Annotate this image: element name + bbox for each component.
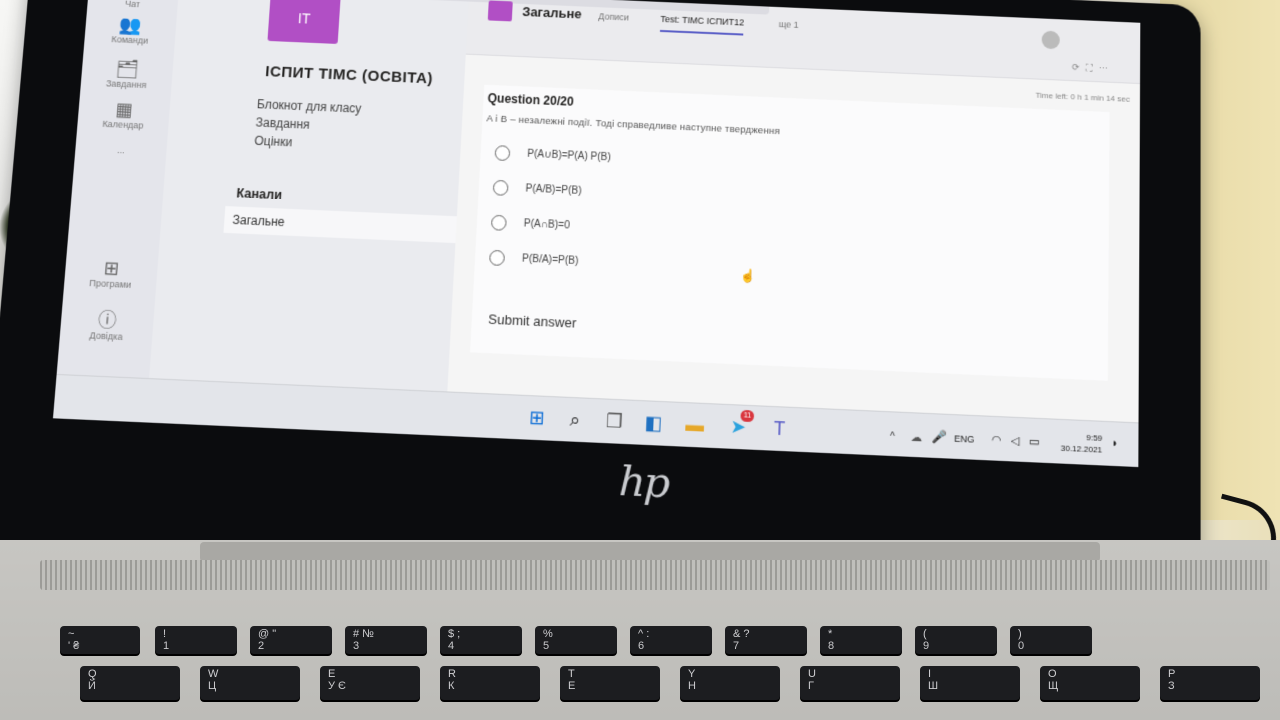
time-left: Time left: 0 h 1 min 14 sec xyxy=(1035,90,1130,104)
toolbar-icons[interactable]: ⟳ ⛶ ⋯ xyxy=(1072,62,1110,75)
team-pane: ІТ ІСПИТ ТІМС (ОСВІТА) ··· Блокнот для к… xyxy=(145,0,549,436)
widgets-icon[interactable]: ◧ xyxy=(640,410,668,437)
key[interactable]: QЙ xyxy=(80,666,180,700)
chevron-up-icon[interactable]: ^ xyxy=(890,431,895,443)
channel-label: Загальне xyxy=(232,212,286,230)
radio-button[interactable] xyxy=(490,214,507,231)
key[interactable]: ( 9 xyxy=(915,626,997,654)
rail-chat[interactable]: ▭ Чат xyxy=(97,0,169,10)
nav-assignments[interactable]: Завдання xyxy=(255,115,310,132)
search-icon[interactable]: ⌕ xyxy=(561,406,589,433)
rail-help[interactable]: ⓘ Довідка xyxy=(70,308,144,343)
key[interactable]: IШ xyxy=(920,666,1020,700)
telegram-icon[interactable]: ➤ 11 xyxy=(724,409,755,440)
teams-icon[interactable]: T xyxy=(766,415,794,442)
key[interactable]: % 5 xyxy=(535,626,617,654)
apps-icon: ⊞ xyxy=(102,257,120,280)
key[interactable]: $ ; 4 xyxy=(440,626,522,654)
key[interactable]: ! 1 xyxy=(155,626,237,654)
avatar[interactable] xyxy=(1041,30,1060,50)
speaker-grille xyxy=(40,560,1270,590)
key[interactable]: PЗ xyxy=(1160,666,1260,700)
key[interactable]: EУ Є xyxy=(320,666,420,700)
task-view-icon[interactable]: ❐ xyxy=(600,408,628,435)
key[interactable]: UГ xyxy=(800,666,900,700)
notification-badge: 11 xyxy=(740,409,755,423)
start-icon[interactable]: ⊞ xyxy=(523,404,551,431)
screen: ▭ Чат 👥 Команди 🗂 Завдання ▦ Календар ..… xyxy=(52,0,1141,468)
tab-test[interactable]: Test: ТІМС ІСПИТ12 xyxy=(659,13,745,36)
key[interactable]: TЕ xyxy=(560,666,660,700)
tab-posts[interactable]: Дописи xyxy=(598,11,629,22)
microphone-icon[interactable]: 🎤 xyxy=(931,429,947,445)
help-icon: ⓘ xyxy=(97,309,118,332)
calendar-icon: ▦ xyxy=(114,98,134,120)
rail-more[interactable]: ... xyxy=(85,143,157,156)
radio-button[interactable] xyxy=(488,249,506,267)
key[interactable]: ) 0 xyxy=(1010,626,1092,654)
key[interactable]: @ " 2 xyxy=(250,626,332,654)
laptop-display: ▭ Чат 👥 Команди 🗂 Завдання ▦ Календар ..… xyxy=(0,0,1201,611)
key[interactable]: ^ :6 xyxy=(630,626,712,654)
teams-icon: 👥 xyxy=(118,14,143,36)
system-tray-icons[interactable]: ◠ ◁ ▭ xyxy=(991,433,1042,449)
channel-icon xyxy=(487,0,513,22)
language-indicator[interactable]: ENG xyxy=(954,433,974,445)
clock-date: 30.12.2021 xyxy=(1060,443,1103,455)
nav-class-notebook[interactable]: Блокнот для класу xyxy=(256,97,361,116)
key[interactable]: WЦ xyxy=(200,666,300,700)
key[interactable]: RК xyxy=(440,666,540,700)
tab-more[interactable]: ще 1 xyxy=(779,19,799,30)
rail-assignments[interactable]: 🗂 Завдання xyxy=(91,57,164,90)
channel-title: Загальне xyxy=(521,3,583,22)
file-explorer-icon[interactable]: ▬ xyxy=(681,411,709,438)
mouse-cursor-icon: ☝ xyxy=(739,268,756,284)
rail-calendar[interactable]: ▦ Календар xyxy=(87,98,160,132)
hinge xyxy=(200,542,1100,562)
radio-button[interactable] xyxy=(492,179,509,196)
radio-button[interactable] xyxy=(494,145,511,162)
notification-icon[interactable]: ◗ xyxy=(1111,437,1118,450)
onedrive-icon[interactable]: ☁ xyxy=(911,430,923,444)
clock[interactable]: 9:59 30.12.2021 xyxy=(1061,431,1103,456)
key[interactable]: # № 3 xyxy=(345,626,427,654)
rail-apps[interactable]: ⊞ Програми xyxy=(74,256,148,290)
channel-header: Загальне Дописи Test: ТІМС ІСПИТ12 ще 1 … xyxy=(408,0,1141,85)
nav-grades[interactable]: Оцінки xyxy=(254,134,293,150)
key[interactable]: ~ ' ₴ xyxy=(60,626,140,654)
key[interactable]: & ? 7 xyxy=(725,626,807,654)
channels-header: Канали xyxy=(235,185,283,203)
hp-logo: hp xyxy=(617,456,670,509)
assignments-icon: 🗂 xyxy=(115,58,140,80)
rail-teams[interactable]: 👥 Команди xyxy=(94,13,166,46)
key[interactable]: * 8 xyxy=(820,626,902,654)
team-name: ІСПИТ ТІМС (ОСВІТА) xyxy=(264,63,434,88)
key[interactable]: OЩ xyxy=(1040,666,1140,700)
team-avatar[interactable]: ІТ xyxy=(267,0,341,44)
key[interactable]: YН xyxy=(680,666,780,700)
